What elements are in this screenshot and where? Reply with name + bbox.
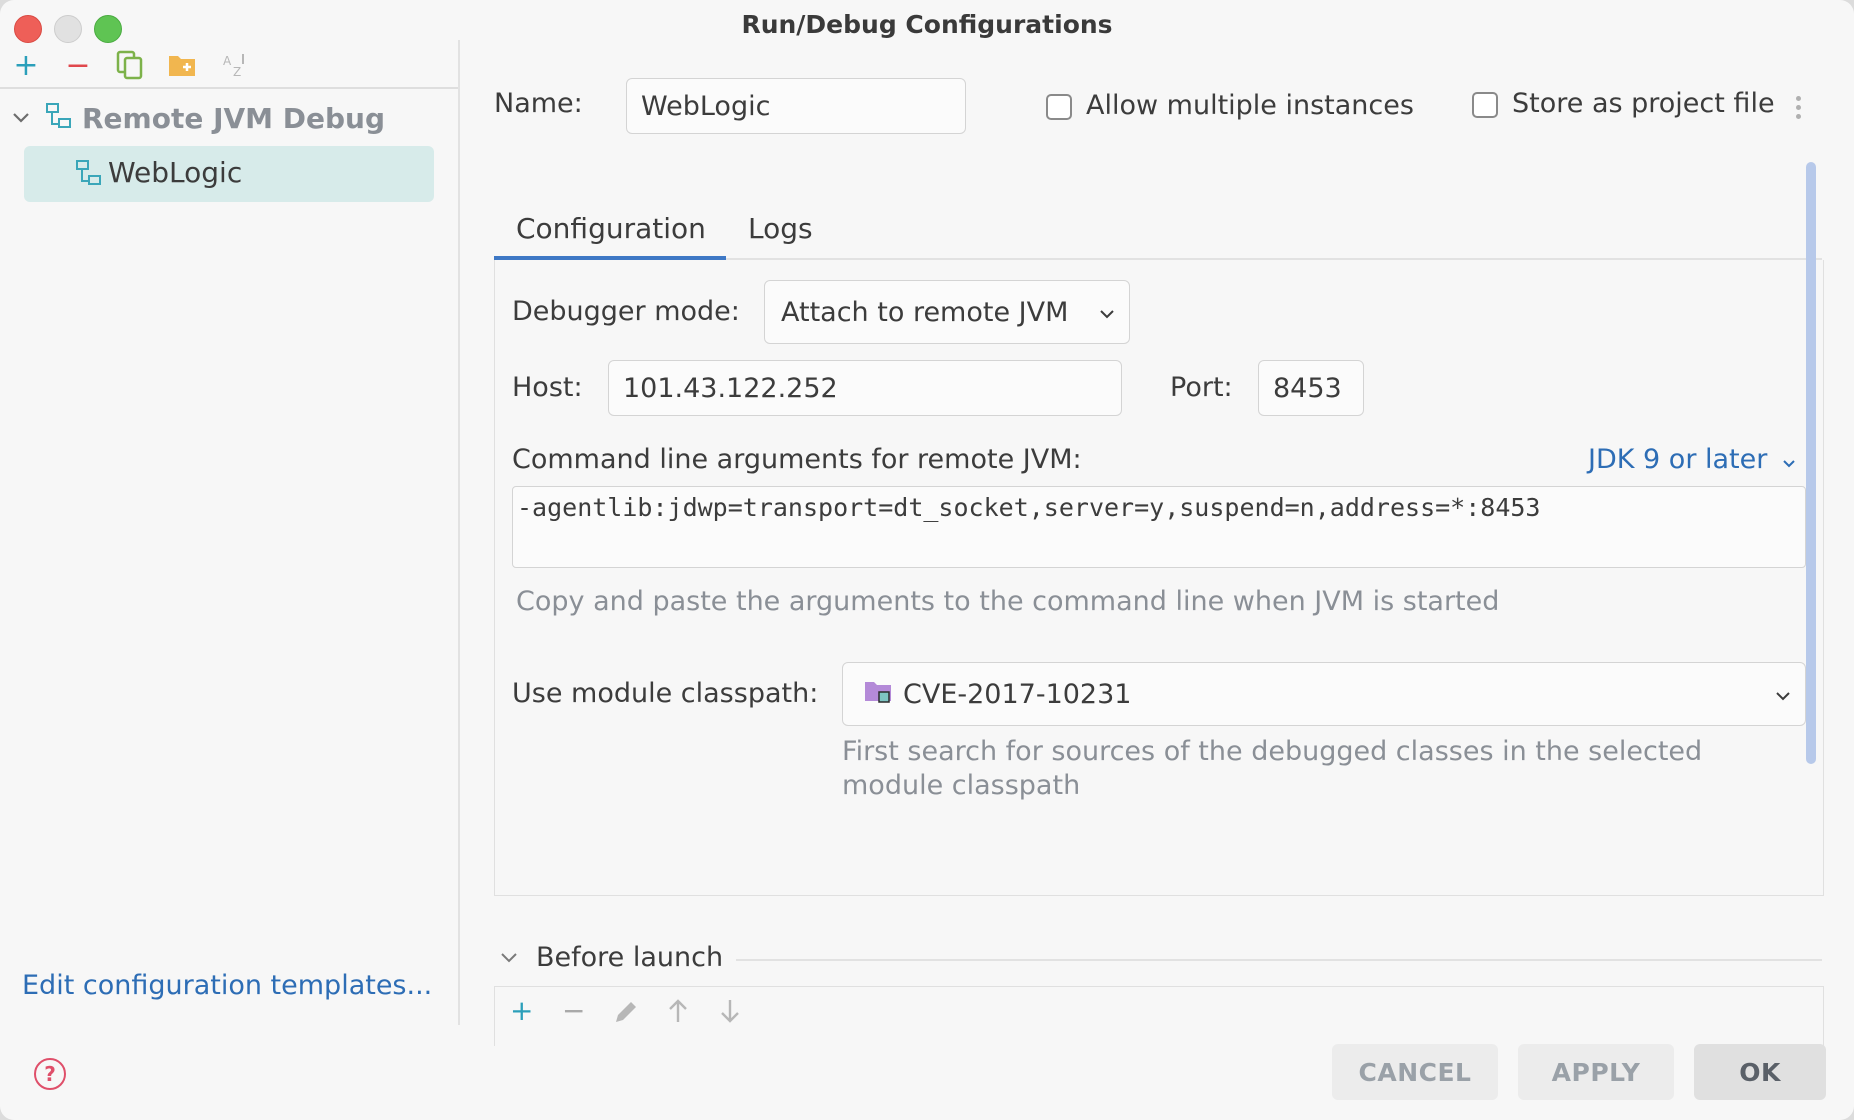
copy-icon[interactable] [114, 50, 146, 80]
sort-az-icon[interactable]: A Z [218, 50, 250, 80]
add-icon[interactable]: + [510, 994, 533, 1027]
remove-icon[interactable]: − [562, 994, 585, 1027]
host-label: Host: [512, 372, 583, 403]
store-as-project-file-checkbox[interactable] [1472, 92, 1498, 118]
add-icon[interactable]: + [12, 48, 40, 83]
command-line-arguments-field[interactable]: -agentlib:jdwp=transport=dt_socket,serve… [512, 486, 1806, 568]
cancel-button[interactable]: CANCEL [1332, 1044, 1498, 1100]
allow-multiple-instances-checkbox[interactable] [1046, 94, 1072, 120]
more-options-icon[interactable] [1796, 96, 1802, 123]
edit-icon[interactable] [612, 998, 640, 1033]
move-up-icon[interactable] [666, 998, 690, 1031]
tab-configuration[interactable]: Configuration [516, 212, 706, 245]
debugger-mode-select[interactable]: Attach to remote JVM [764, 280, 1130, 344]
chevron-down-icon [1775, 682, 1791, 706]
name-label: Name: [494, 88, 583, 119]
name-input[interactable]: WebLogic [626, 78, 966, 134]
chevron-down-icon[interactable] [12, 109, 34, 128]
host-input-value: 101.43.122.252 [623, 372, 838, 404]
tree-node-weblogic[interactable]: WebLogic [24, 146, 434, 202]
module-folder-icon [863, 678, 893, 711]
svg-text:A: A [223, 54, 232, 68]
port-label: Port: [1170, 372, 1233, 403]
module-classpath-select[interactable]: CVE-2017-10231 [842, 662, 1806, 726]
move-down-icon[interactable] [718, 998, 742, 1031]
module-classpath-label: Use module classpath: [512, 678, 819, 709]
module-classpath-hint-line-2: module classpath [842, 770, 1081, 801]
port-input[interactable]: 8453 [1258, 360, 1364, 416]
store-as-project-file-label[interactable]: Store as project file [1512, 88, 1775, 119]
allow-multiple-instances-label[interactable]: Allow multiple instances [1086, 90, 1414, 121]
jdk-version-selector[interactable]: JDK 9 or later [1588, 444, 1796, 475]
tree-node-remote-jvm-debug[interactable]: Remote JVM Debug [8, 98, 385, 138]
pane-divider[interactable] [458, 40, 460, 1025]
tree-child-label: WebLogic [108, 156, 243, 189]
tab-logs[interactable]: Logs [748, 212, 813, 245]
jdk-version-label: JDK 9 or later [1588, 444, 1768, 475]
svg-text:Z: Z [233, 65, 241, 79]
name-input-value: WebLogic [641, 90, 771, 122]
port-input-value: 8453 [1273, 372, 1342, 404]
before-launch-list [494, 986, 1824, 1046]
command-line-arguments-label: Command line arguments for remote JVM: [512, 444, 1082, 475]
host-input[interactable]: 101.43.122.252 [608, 360, 1122, 416]
sidebar-toolbar-divider [0, 87, 458, 89]
help-icon[interactable]: ? [34, 1058, 66, 1090]
tree-parent-label: Remote JVM Debug [82, 101, 386, 135]
window-title: Run/Debug Configurations [741, 10, 1113, 39]
remote-debug-icon [44, 101, 78, 135]
folder-add-icon[interactable] [166, 50, 198, 80]
configuration-panel [494, 260, 1824, 896]
command-line-hint: Copy and paste the arguments to the comm… [516, 586, 1500, 617]
before-launch-title[interactable]: Before launch [536, 942, 723, 973]
remote-debug-icon [74, 158, 104, 192]
configurations-sidebar: + − A Z Remote JVM Debug WebLogic Edit c… [0, 40, 458, 1030]
edit-configuration-templates-link[interactable]: Edit configuration templates... [22, 970, 432, 1001]
chevron-down-icon [1099, 300, 1115, 324]
apply-button[interactable]: APPLY [1518, 1044, 1674, 1100]
debugger-mode-label: Debugger mode: [512, 296, 740, 327]
run-debug-configurations-dialog: Run/Debug Configurations + − A Z Remote … [0, 0, 1854, 1120]
remove-icon[interactable]: − [64, 48, 92, 83]
module-classpath-hint-line-1: First search for sources of the debugged… [842, 736, 1703, 767]
before-launch-toggle[interactable] [500, 945, 518, 970]
module-classpath-value: CVE-2017-10231 [903, 678, 1132, 710]
before-launch-divider [736, 959, 1822, 961]
chevron-down-icon [1782, 444, 1796, 475]
ok-button[interactable]: OK [1694, 1044, 1826, 1100]
debugger-mode-value: Attach to remote JVM [781, 296, 1069, 328]
vertical-scrollbar[interactable] [1806, 162, 1816, 764]
